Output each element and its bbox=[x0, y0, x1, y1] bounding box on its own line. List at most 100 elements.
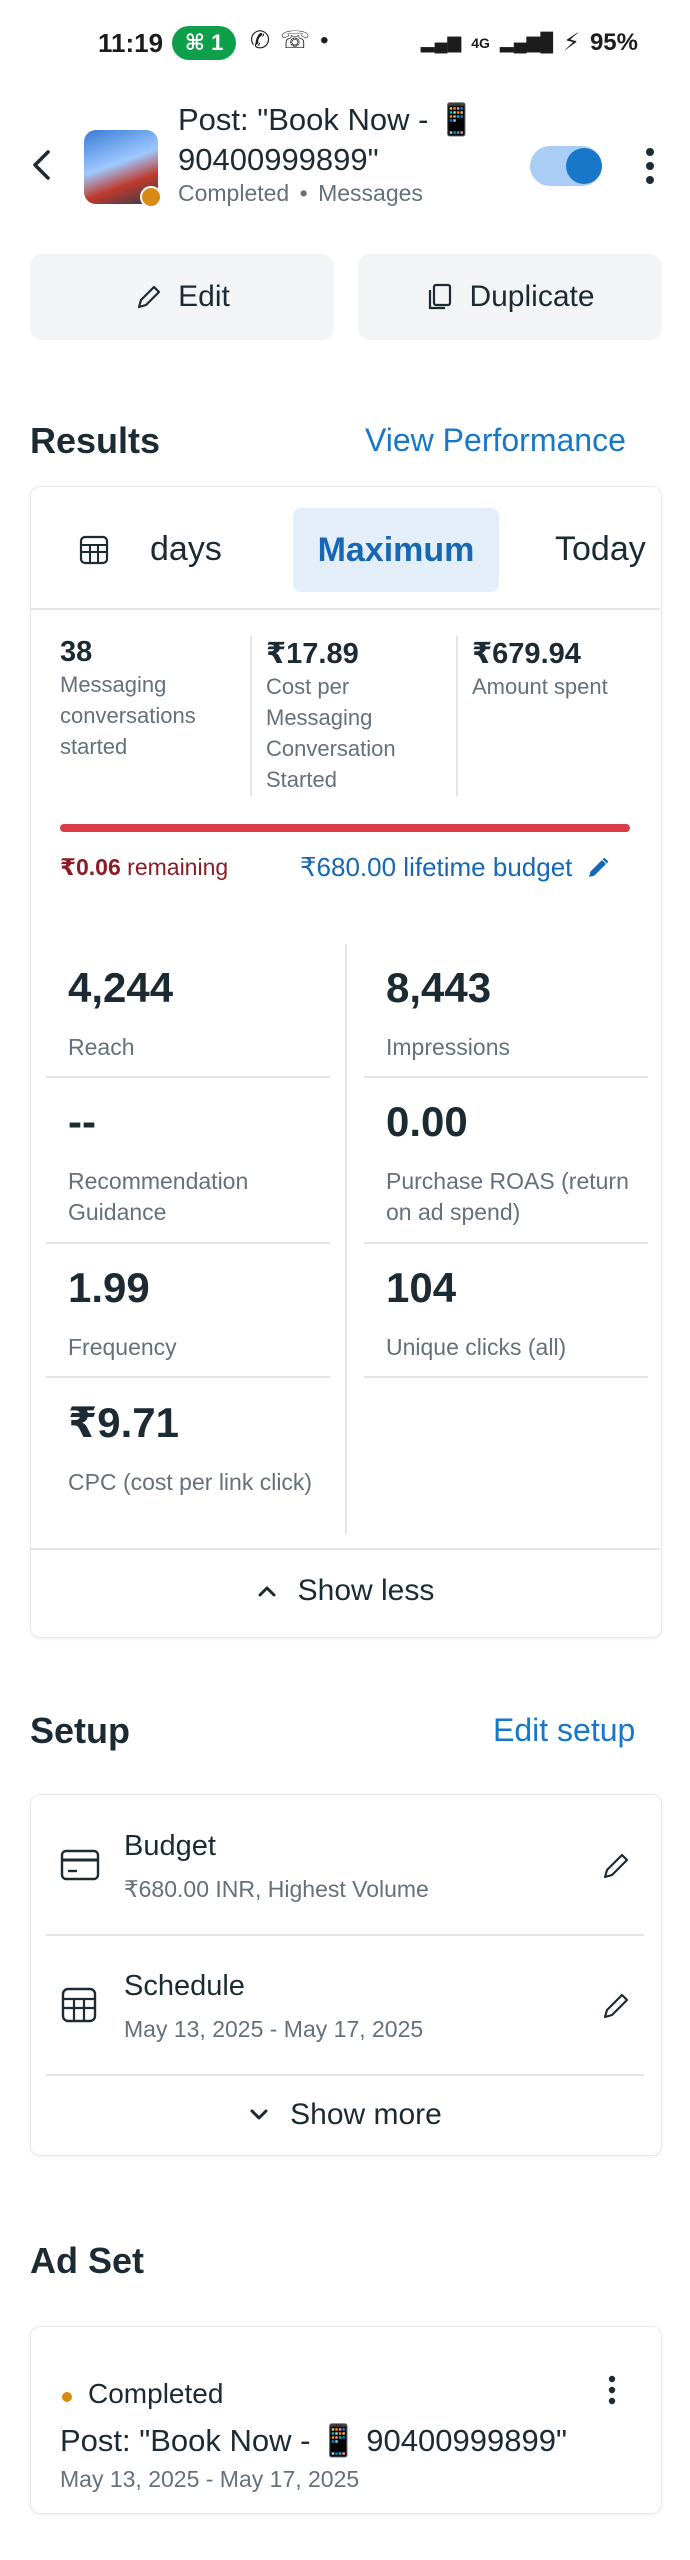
metrics-column-divider bbox=[345, 944, 347, 1534]
show-less-label: Show less bbox=[297, 1574, 435, 1607]
summary-label: Messaging conversations started bbox=[60, 672, 196, 759]
setup-row-divider bbox=[46, 2074, 644, 2076]
metric-frequency: 1.99 Frequency bbox=[68, 1264, 328, 1363]
tab-today[interactable]: Today bbox=[555, 530, 646, 569]
lifetime-budget-label: ₹680.00 lifetime budget bbox=[300, 852, 573, 882]
summary-divider bbox=[456, 636, 458, 796]
metric-label: Purchase ROAS (return on ad spend) bbox=[386, 1168, 629, 1225]
metric-label: Reach bbox=[68, 1034, 135, 1060]
summary-value: 38 bbox=[60, 636, 93, 668]
hotspot-count: 1 bbox=[211, 30, 224, 55]
setup-heading: Setup bbox=[30, 1710, 131, 1751]
hotspot-indicator: ⌘ 1 bbox=[172, 26, 236, 60]
metric-reach: 4,244 Reach bbox=[68, 964, 328, 1063]
edit-button[interactable]: Edit bbox=[30, 254, 334, 340]
ad-set-heading: Ad Set bbox=[30, 2240, 145, 2281]
signal-icon-2: ▂▄▆█ bbox=[499, 32, 554, 52]
tab-days[interactable]: days bbox=[78, 530, 222, 569]
hotspot-icon: ⌘ bbox=[184, 30, 206, 55]
notification-icons: ✆ ☏ • bbox=[250, 26, 329, 55]
metric-cpc: ₹9.71 CPC (cost per link click) bbox=[68, 1398, 328, 1498]
post-type: Messages bbox=[318, 180, 423, 206]
duplicate-button-label: Duplicate bbox=[469, 280, 595, 313]
lifetime-budget-link[interactable]: ₹680.00 lifetime budget bbox=[300, 852, 610, 883]
results-heading: Results bbox=[30, 420, 161, 461]
edit-button-label: Edit bbox=[178, 280, 230, 313]
show-more-label: Show more bbox=[290, 2098, 442, 2131]
budget-row-value: ₹680.00 INR, Highest Volume bbox=[124, 1876, 429, 1902]
summary-amount-spent: ₹679.94 Amount spent bbox=[472, 636, 642, 702]
summary-label: Cost per Messaging Conversation Started bbox=[266, 674, 396, 792]
metrics-row-divider bbox=[46, 1242, 330, 1244]
summary-label: Amount spent bbox=[472, 674, 608, 699]
tab-maximum-label: Maximum bbox=[317, 530, 475, 569]
edit-budget-icon bbox=[589, 857, 609, 877]
back-arrow-icon[interactable] bbox=[28, 148, 56, 182]
metric-label: Impressions bbox=[386, 1034, 510, 1060]
metric-recommendation-guidance: -- Recommendation Guidance bbox=[68, 1098, 328, 1228]
remaining-label: remaining bbox=[127, 854, 229, 880]
completed-status-dot-icon bbox=[62, 2392, 72, 2402]
missed-call-icon: ☏ bbox=[280, 27, 311, 54]
metric-unique-clicks: 104 Unique clicks (all) bbox=[386, 1264, 646, 1363]
tab-maximum[interactable]: Maximum bbox=[293, 508, 499, 592]
network-label: 4G bbox=[471, 34, 490, 51]
show-less-button[interactable]: Show less bbox=[30, 1548, 660, 1634]
whatsapp-icon: ✆ bbox=[250, 27, 271, 54]
schedule-calendar-icon bbox=[61, 1987, 97, 2023]
budget-progress-bar bbox=[60, 824, 630, 832]
status-time: 11:19 bbox=[98, 28, 164, 58]
duplicate-button[interactable]: Duplicate bbox=[358, 254, 662, 340]
summary-divider bbox=[250, 636, 252, 796]
metrics-row-divider bbox=[46, 1076, 330, 1078]
ad-set-dates: May 13, 2025 - May 17, 2025 bbox=[60, 2466, 360, 2492]
view-performance-link[interactable]: View Performance bbox=[365, 422, 626, 459]
setup-row-divider bbox=[46, 1934, 644, 1936]
metric-label: Frequency bbox=[68, 1334, 177, 1360]
metrics-row-divider bbox=[46, 1376, 330, 1378]
post-status: Completed bbox=[178, 180, 290, 206]
signal-icon: ▂▄▆ bbox=[420, 32, 462, 52]
summary-conversations: 38 Messaging conversations started bbox=[60, 636, 240, 762]
calculator-icon bbox=[79, 535, 109, 564]
schedule-row-value: May 13, 2025 - May 17, 2025 bbox=[124, 2016, 424, 2042]
metric-value: -- bbox=[68, 1098, 96, 1145]
subtitle-separator: • bbox=[299, 180, 308, 206]
tabs-divider bbox=[30, 608, 660, 610]
schedule-row-title: Schedule bbox=[124, 1970, 245, 2002]
system-icons: ▂▄▆ 4G ▂▄▆█ ⚡ 95% bbox=[421, 28, 638, 57]
metric-value: 4,244 bbox=[68, 964, 174, 1011]
ad-set-name: Post: "Book Now - 📱 90400999899" bbox=[60, 2423, 567, 2458]
metric-purchase-roas: 0.00 Purchase ROAS (return on ad spend) bbox=[386, 1098, 646, 1228]
metric-value: ₹9.71 bbox=[68, 1399, 179, 1446]
metric-impressions: 8,443 Impressions bbox=[386, 964, 646, 1063]
metric-label: CPC (cost per link click) bbox=[68, 1469, 313, 1495]
metric-value: 1.99 bbox=[68, 1264, 150, 1311]
more-options-icon[interactable] bbox=[640, 146, 660, 186]
chevron-up-icon bbox=[258, 1586, 276, 1597]
chevron-down-icon bbox=[250, 2109, 268, 2120]
ad-set-more-options-icon[interactable] bbox=[604, 2374, 620, 2406]
show-more-button[interactable]: Show more bbox=[30, 2080, 660, 2150]
summary-value: ₹17.89 bbox=[266, 638, 359, 670]
edit-budget-pencil-icon[interactable] bbox=[600, 1850, 632, 1882]
charging-icon: ⚡ bbox=[563, 29, 580, 56]
credit-card-icon bbox=[60, 1849, 100, 1881]
edit-setup-link[interactable]: Edit setup bbox=[493, 1712, 635, 1749]
metric-label: Recommendation Guidance bbox=[68, 1168, 249, 1225]
pencil-icon bbox=[138, 285, 161, 309]
toggle-knob bbox=[566, 148, 602, 184]
metrics-row-divider bbox=[364, 1376, 648, 1378]
metrics-row-divider bbox=[364, 1242, 648, 1244]
metrics-row-divider bbox=[364, 1076, 648, 1078]
edit-schedule-pencil-icon[interactable] bbox=[600, 1990, 632, 2022]
metric-value: 104 bbox=[386, 1264, 457, 1311]
ad-set-status: Completed bbox=[88, 2378, 224, 2409]
budget-remaining: ₹0.06 remaining bbox=[60, 854, 228, 881]
duplicate-icon bbox=[429, 283, 452, 310]
status-dot-icon bbox=[140, 186, 162, 208]
remaining-amount: ₹0.06 bbox=[60, 854, 121, 880]
battery-level: 95% bbox=[589, 28, 638, 56]
metric-value: 8,443 bbox=[386, 964, 492, 1011]
post-subtitle: Completed • Messages bbox=[178, 180, 423, 207]
